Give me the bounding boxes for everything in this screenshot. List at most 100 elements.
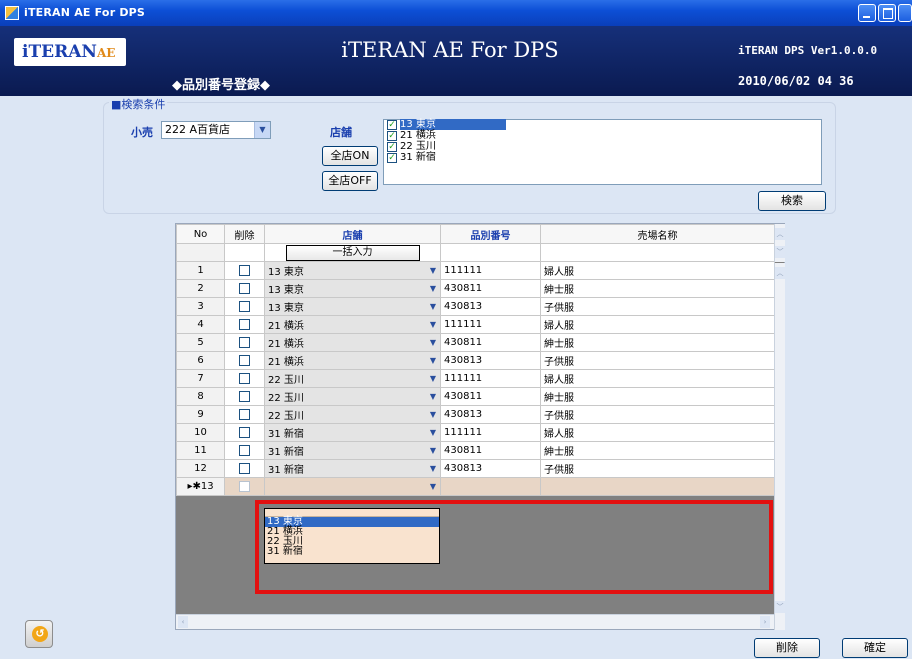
store-cell[interactable]: ▼: [264, 477, 441, 496]
item-code-cell[interactable]: 111111: [440, 315, 541, 334]
column-header-item-code[interactable]: 品別番号: [440, 224, 541, 244]
chevron-down-icon[interactable]: ▼: [427, 462, 439, 475]
header-vertical-scrollbar[interactable]: ︿ ﹀: [774, 224, 785, 262]
store-cell[interactable]: 31 新宿 ▼: [264, 423, 441, 442]
chevron-down-icon[interactable]: ▼: [427, 264, 439, 277]
store-option[interactable]: ✓ 31 新宿: [384, 153, 821, 164]
checkbox-checked-icon[interactable]: ✓: [387, 120, 397, 130]
store-cell[interactable]: 31 新宿 ▼: [264, 441, 441, 460]
delete-checkbox[interactable]: [239, 480, 250, 492]
item-code-cell[interactable]: 430813: [440, 297, 541, 316]
delete-checkbox[interactable]: [239, 354, 250, 366]
item-code-cell[interactable]: 111111: [440, 369, 541, 388]
delete-checkbox[interactable]: [239, 264, 250, 276]
delete-checkbox-cell[interactable]: [224, 459, 265, 478]
sales-area-cell[interactable]: 子供服: [540, 351, 775, 370]
item-code-cell[interactable]: 430811: [440, 441, 541, 460]
new-row[interactable]: ▸✱13 ▼: [176, 477, 775, 496]
table-row[interactable]: 4 21 横浜 ▼ 111111 婦人服: [176, 315, 775, 334]
item-code-cell[interactable]: 111111: [440, 423, 541, 442]
item-code-cell[interactable]: 430811: [440, 333, 541, 352]
sales-area-cell[interactable]: 婦人服: [540, 315, 775, 334]
bulk-input-button[interactable]: 一括入力: [285, 244, 420, 261]
delete-checkbox-cell[interactable]: [224, 477, 265, 496]
sales-area-cell[interactable]: 紳士服: [540, 441, 775, 460]
sales-area-cell[interactable]: 紳士服: [540, 387, 775, 406]
cell[interactable]: 一括入力: [264, 243, 441, 262]
chevron-down-icon[interactable]: ▼: [427, 354, 439, 367]
table-row[interactable]: 8 22 玉川 ▼ 430811 紳士服: [176, 387, 775, 406]
delete-checkbox[interactable]: [239, 462, 250, 474]
column-header-sales-area[interactable]: 売場名称: [540, 224, 775, 244]
store-cell[interactable]: 22 玉川 ▼: [264, 387, 441, 406]
store-checklist[interactable]: ✓ 13 東京 ✓ 21 横浜 ✓ 22 玉川 ✓ 31 新宿: [383, 119, 822, 185]
table-row[interactable]: 12 31 新宿 ▼ 430813 子供服: [176, 459, 775, 478]
item-code-cell[interactable]: 430813: [440, 459, 541, 478]
item-code-cell[interactable]: 430811: [440, 279, 541, 298]
store-cell[interactable]: 31 新宿 ▼: [264, 459, 441, 478]
close-button[interactable]: [898, 4, 912, 22]
table-row[interactable]: 11 31 新宿 ▼ 430811 紳士服: [176, 441, 775, 460]
store-cell[interactable]: 13 東京 ▼: [264, 297, 441, 316]
sales-area-cell[interactable]: 婦人服: [540, 423, 775, 442]
grid-vertical-scrollbar[interactable]: ︿ ﹀: [774, 263, 785, 630]
store-cell[interactable]: 13 東京 ▼: [264, 279, 441, 298]
store-cell[interactable]: 21 横浜 ▼: [264, 315, 441, 334]
store-cell[interactable]: 21 横浜 ▼: [264, 351, 441, 370]
delete-checkbox[interactable]: [239, 390, 250, 402]
chevron-down-icon[interactable]: ▼: [427, 426, 439, 439]
delete-checkbox-cell[interactable]: [224, 441, 265, 460]
scroll-right-icon[interactable]: ›: [760, 616, 770, 628]
checkbox-checked-icon[interactable]: ✓: [387, 131, 397, 141]
store-option[interactable]: ✓ 13 東京: [384, 119, 821, 131]
column-header-store[interactable]: 店舗: [264, 224, 441, 244]
scroll-down-icon[interactable]: ﹀: [775, 246, 785, 258]
store-cell[interactable]: 22 玉川 ▼: [264, 405, 441, 424]
confirm-button[interactable]: 確定: [842, 638, 908, 658]
checkbox-checked-icon[interactable]: ✓: [387, 153, 397, 163]
delete-checkbox-cell[interactable]: [224, 297, 265, 316]
delete-checkbox-cell[interactable]: [224, 405, 265, 424]
chevron-down-icon[interactable]: ▼: [254, 122, 270, 138]
store-cell[interactable]: 13 東京 ▼: [264, 261, 441, 280]
store-cell[interactable]: 22 玉川 ▼: [264, 369, 441, 388]
minimize-button[interactable]: [858, 4, 876, 22]
scroll-left-icon[interactable]: ‹: [178, 616, 188, 628]
item-code-cell[interactable]: 430813: [440, 351, 541, 370]
checkbox-checked-icon[interactable]: ✓: [387, 142, 397, 152]
table-row[interactable]: 7 22 玉川 ▼ 111111 婦人服: [176, 369, 775, 388]
delete-checkbox[interactable]: [239, 426, 250, 438]
delete-checkbox-cell[interactable]: [224, 315, 265, 334]
delete-checkbox[interactable]: [239, 318, 250, 330]
sales-area-cell[interactable]: 子供服: [540, 297, 775, 316]
table-row[interactable]: 1 13 東京 ▼ 111111 婦人服: [176, 261, 775, 280]
sales-area-cell[interactable]: 子供服: [540, 459, 775, 478]
table-row[interactable]: 5 21 横浜 ▼ 430811 紳士服: [176, 333, 775, 352]
retail-select[interactable]: 222 A百貨店 ▼: [161, 121, 271, 139]
scroll-down-icon[interactable]: ﹀: [775, 601, 785, 613]
chevron-down-icon[interactable]: ▼: [427, 480, 439, 493]
delete-checkbox[interactable]: [239, 444, 250, 456]
chevron-down-icon[interactable]: ▼: [427, 444, 439, 457]
delete-checkbox[interactable]: [239, 336, 250, 348]
cell[interactable]: [440, 243, 541, 262]
delete-checkbox-cell[interactable]: [224, 279, 265, 298]
delete-checkbox[interactable]: [239, 282, 250, 294]
store-cell[interactable]: 21 横浜 ▼: [264, 333, 441, 352]
search-button[interactable]: 検索: [758, 191, 826, 211]
delete-checkbox-cell[interactable]: [224, 351, 265, 370]
table-row[interactable]: 6 21 横浜 ▼ 430813 子供服: [176, 351, 775, 370]
delete-checkbox-cell[interactable]: [224, 387, 265, 406]
all-stores-off-button[interactable]: 全店OFF: [322, 171, 378, 191]
chevron-down-icon[interactable]: ▼: [427, 318, 439, 331]
cell[interactable]: [540, 243, 775, 262]
all-stores-on-button[interactable]: 全店ON: [322, 146, 378, 166]
delete-checkbox-cell[interactable]: [224, 261, 265, 280]
chevron-down-icon[interactable]: ▼: [427, 282, 439, 295]
column-header-no[interactable]: No: [176, 224, 225, 244]
sales-area-cell[interactable]: 紳士服: [540, 333, 775, 352]
table-row[interactable]: 9 22 玉川 ▼ 430813 子供服: [176, 405, 775, 424]
table-row[interactable]: 10 31 新宿 ▼ 111111 婦人服: [176, 423, 775, 442]
scroll-up-icon[interactable]: ︿: [775, 228, 785, 240]
store-option[interactable]: ✓ 22 玉川: [384, 142, 821, 153]
